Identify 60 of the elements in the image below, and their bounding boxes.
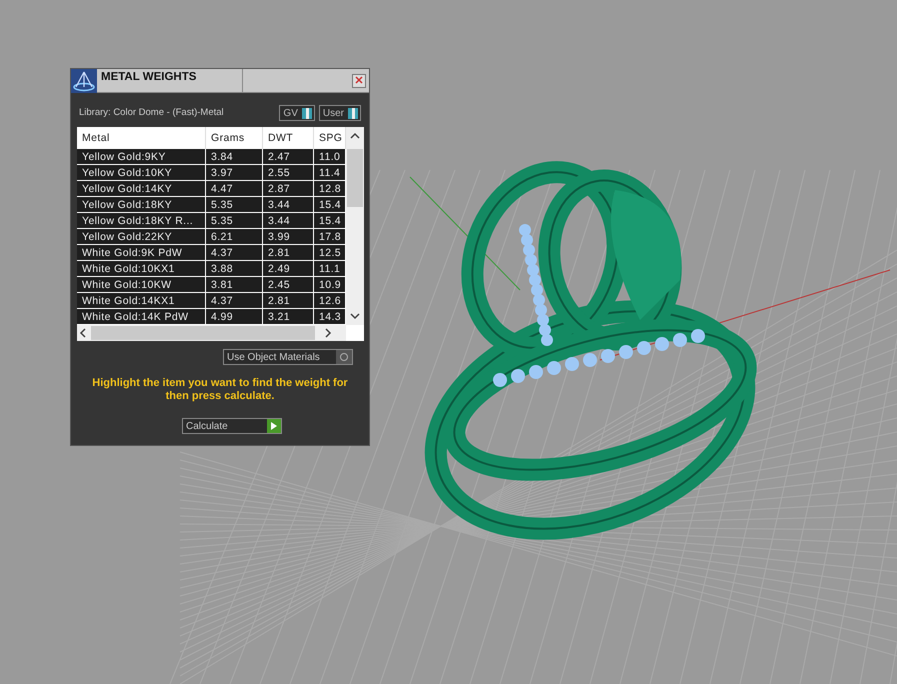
table-cell: 2.81 [263,293,314,309]
scroll-thumb[interactable] [347,149,363,207]
table-cell: 4.37 [206,245,263,261]
use-object-materials-toggle[interactable]: Use Object Materials [223,349,353,365]
calculate-button[interactable]: Calculate [182,418,282,434]
table-cell: 14.3 [314,309,346,325]
table-cell: 12.5 [314,245,346,261]
table-cell: 4.99 [206,309,263,325]
toggle-switch[interactable]: GV [279,105,315,121]
table-cell: 4.37 [206,293,263,309]
table-cell: 2.81 [263,245,314,261]
vertical-scrollbar[interactable] [346,127,364,325]
table-cell: 3.44 [263,213,314,229]
toggle-switch[interactable]: User [318,105,361,121]
close-icon [355,76,363,84]
table-cell: 11.1 [314,261,346,277]
table-cell: White Gold:10KW [77,277,206,293]
table-cell: 3.88 [206,261,263,277]
table-cell: 17.8 [314,229,346,245]
table-cell: 11.0 [314,149,346,165]
table-cell: White Gold:14K PdW [77,309,206,325]
table-cell: Yellow Gold:18KY [77,197,206,213]
table-cell: 15.4 [314,197,346,213]
table-cell: 2.55 [263,165,314,181]
table-cell: 5.35 [206,213,263,229]
table-cell: Yellow Gold:18KY R... [77,213,206,229]
table-cell: 12.8 [314,181,346,197]
table-cell: Yellow Gold:10KY [77,165,206,181]
horizontal-scrollbar[interactable] [77,325,346,341]
table-cell: 10.9 [314,277,346,293]
play-icon [271,422,277,430]
table-cell: 3.44 [263,197,314,213]
cone-logo-icon [71,68,97,92]
table-cell: 15.4 [314,213,346,229]
table-cell: 5.35 [206,197,263,213]
table-cell: 3.81 [206,277,263,293]
table-cell: White Gold:10KX1 [77,261,206,277]
table-cell: 2.47 [263,149,314,165]
table-cell: 3.84 [206,149,263,165]
close-button[interactable] [352,74,366,88]
library-label: Library: Color Dome - (Fast)-Metal [79,106,224,120]
table-cell: Yellow Gold:22KY [77,229,206,245]
table-cell: 3.99 [263,229,314,245]
table-cell: 2.87 [263,181,314,197]
circle-icon [339,352,349,362]
table-cell: 3.21 [263,309,314,325]
table-cell: White Gold:9K PdW [77,245,206,261]
table-cell: 4.47 [206,181,263,197]
scroll-thumb[interactable] [91,326,315,340]
table-cell: 3.97 [206,165,263,181]
table-cell: 6.21 [206,229,263,245]
table-cell: White Gold:14KX1 [77,293,206,309]
table-cell: Yellow Gold:14KY [77,181,206,197]
window-title: METAL WEIGHTS [97,69,243,93]
table-cell: Yellow Gold:9KY [77,149,206,165]
table-cell: 2.45 [263,277,314,293]
table-cell: 2.49 [263,261,314,277]
table-cell: 12.6 [314,293,346,309]
table-cell: 11.4 [314,165,346,181]
instruction-text: Highlight the item you want to find the weight for then press calculate. [91,376,349,403]
